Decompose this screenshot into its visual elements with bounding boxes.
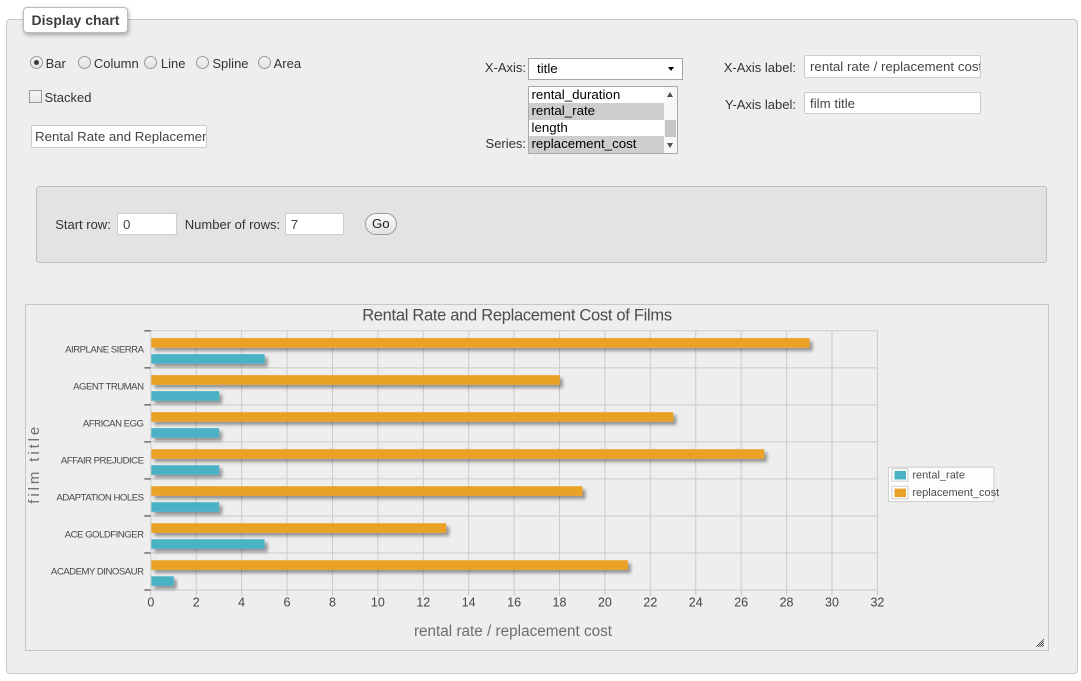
- svg-text:AFRICAN EGG: AFRICAN EGG: [83, 419, 144, 430]
- svg-text:20: 20: [598, 596, 612, 610]
- svg-text:4: 4: [238, 596, 245, 610]
- svg-text:Rental Rate and Replacement Co: Rental Rate and Replacement Cost of Film…: [362, 307, 672, 325]
- svg-text:2: 2: [193, 596, 200, 610]
- svg-text:8: 8: [329, 596, 336, 610]
- svg-text:12: 12: [416, 596, 430, 610]
- svg-text:22: 22: [643, 596, 657, 610]
- svg-text:30: 30: [825, 596, 839, 610]
- svg-text:ACE GOLDFINGER: ACE GOLDFINGER: [65, 530, 144, 541]
- svg-text:18: 18: [553, 596, 567, 610]
- svg-text:AIRPLANE SIERRA: AIRPLANE SIERRA: [65, 345, 144, 356]
- svg-text:ADAPTATION HOLES: ADAPTATION HOLES: [56, 493, 143, 504]
- svg-text:32: 32: [870, 596, 884, 610]
- svg-text:16: 16: [507, 596, 521, 610]
- svg-text:10: 10: [371, 596, 385, 610]
- svg-text:26: 26: [734, 596, 748, 610]
- svg-text:24: 24: [689, 596, 703, 610]
- svg-text:14: 14: [462, 596, 476, 610]
- svg-text:film title: film title: [26, 424, 43, 504]
- svg-text:ACADEMY DINOSAUR: ACADEMY DINOSAUR: [51, 567, 144, 578]
- svg-text:AGENT TRUMAN: AGENT TRUMAN: [73, 382, 144, 393]
- svg-text:0: 0: [147, 596, 154, 610]
- svg-text:AFFAIR PREJUDICE: AFFAIR PREJUDICE: [61, 456, 144, 467]
- svg-text:rental rate / replacement cost: rental rate / replacement cost: [414, 623, 613, 640]
- svg-text:6: 6: [284, 596, 291, 610]
- svg-text:replacement_cost: replacement_cost: [912, 487, 999, 499]
- svg-text:rental_rate: rental_rate: [912, 470, 965, 482]
- svg-text:28: 28: [780, 596, 794, 610]
